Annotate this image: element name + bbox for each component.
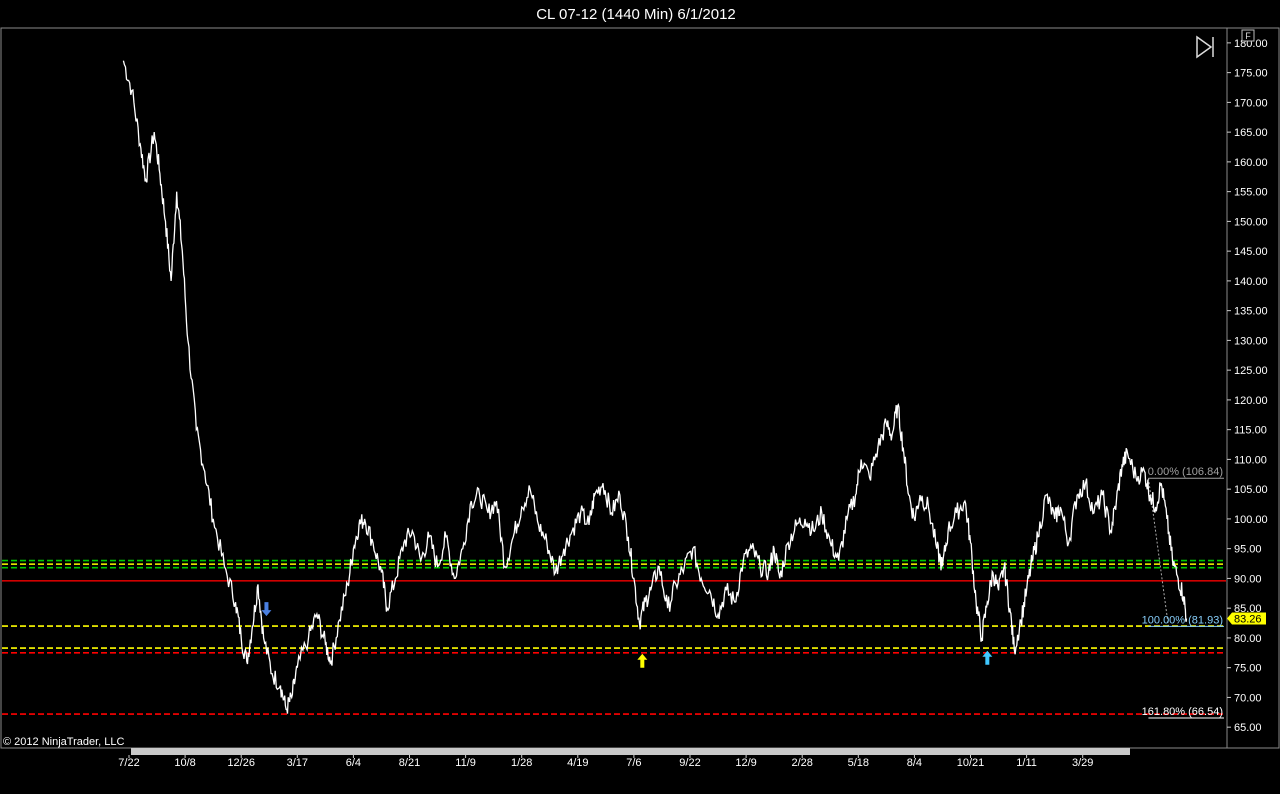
xtick-label-15: 10/21 [957, 757, 985, 769]
copyright-text: © 2012 NinjaTrader, LLC [3, 736, 124, 748]
ytick-label-1: 175.00 [1234, 68, 1268, 80]
ytick-label-23: 65.00 [1234, 722, 1262, 734]
fib-level-label-0: 0.00% (106.84) [1148, 466, 1223, 478]
price-chart[interactable]: CL 07-12 (1440 Min) 6/1/2012 0.00% (106.… [0, 0, 1280, 794]
xtick-label-3: 3/17 [287, 757, 308, 769]
xtick-label-12: 2/28 [791, 757, 812, 769]
xtick-label-11: 12/9 [735, 757, 756, 769]
xtick-label-16: 1/11 [1016, 757, 1037, 769]
plot-area[interactable] [0, 27, 1228, 749]
ytick-label-2: 170.00 [1234, 97, 1268, 109]
ytick-label-14: 110.00 [1234, 454, 1267, 466]
ytick-label-18: 90.00 [1234, 573, 1262, 585]
ytick-label-10: 130.00 [1234, 335, 1268, 347]
xtick-label-4: 6/4 [346, 757, 361, 769]
xtick-label-17: 3/29 [1072, 757, 1093, 769]
xtick-label-13: 5/18 [848, 757, 869, 769]
last-price-label: 83.26 [1234, 614, 1262, 626]
horizontal-scrollbar[interactable] [131, 748, 1130, 755]
ytick-label-9: 135.00 [1234, 306, 1268, 318]
chart-title: CL 07-12 (1440 Min) 6/1/2012 [536, 6, 736, 23]
ytick-label-12: 120.00 [1234, 395, 1268, 407]
xtick-label-9: 7/6 [626, 757, 641, 769]
time-axis: 7/22 10/8 12/26 3/17 6/4 8/21 11/9 1/28 4/19 7/6 9… [118, 755, 1093, 769]
fib-level-label-1: 100.00% (81.93) [1142, 614, 1223, 626]
ytick-label-22: 70.00 [1234, 692, 1262, 704]
ytick-label-13: 115.00 [1234, 425, 1267, 437]
ytick-label-17: 95.00 [1234, 544, 1262, 556]
ytick-label-6: 150.00 [1234, 216, 1268, 228]
fib-level-label-2: 161.80% (66.54) [1142, 706, 1223, 718]
xtick-label-14: 8/4 [907, 757, 922, 769]
chart-window: CL 07-12 (1440 Min) 6/1/2012 0.00% (106.… [0, 0, 1280, 794]
ytick-label-20: 80.00 [1234, 633, 1262, 645]
xtick-label-7: 1/28 [511, 757, 532, 769]
last-price-marker: 83.26 [1227, 612, 1266, 626]
xtick-label-2: 12/26 [227, 757, 255, 769]
ytick-label-7: 145.00 [1234, 246, 1268, 258]
ytick-label-4: 160.00 [1234, 157, 1268, 169]
xtick-label-8: 4/19 [567, 757, 588, 769]
xtick-label-10: 9/22 [679, 757, 700, 769]
xtick-label-5: 8/21 [399, 757, 420, 769]
xtick-label-0: 7/22 [118, 757, 139, 769]
ytick-label-5: 155.00 [1234, 187, 1268, 199]
xtick-label-1: 10/8 [174, 757, 195, 769]
ytick-label-16: 100.00 [1234, 514, 1268, 526]
ytick-label-11: 125.00 [1234, 365, 1268, 377]
ytick-label-15: 105.00 [1234, 484, 1268, 496]
ytick-label-3: 165.00 [1234, 127, 1268, 139]
ytick-label-8: 140.00 [1234, 276, 1268, 288]
panel-f-label: F [1245, 31, 1251, 41]
ytick-label-21: 75.00 [1234, 663, 1262, 675]
panel-f-button[interactable]: F [1241, 29, 1255, 42]
xtick-label-6: 11/9 [455, 757, 476, 769]
